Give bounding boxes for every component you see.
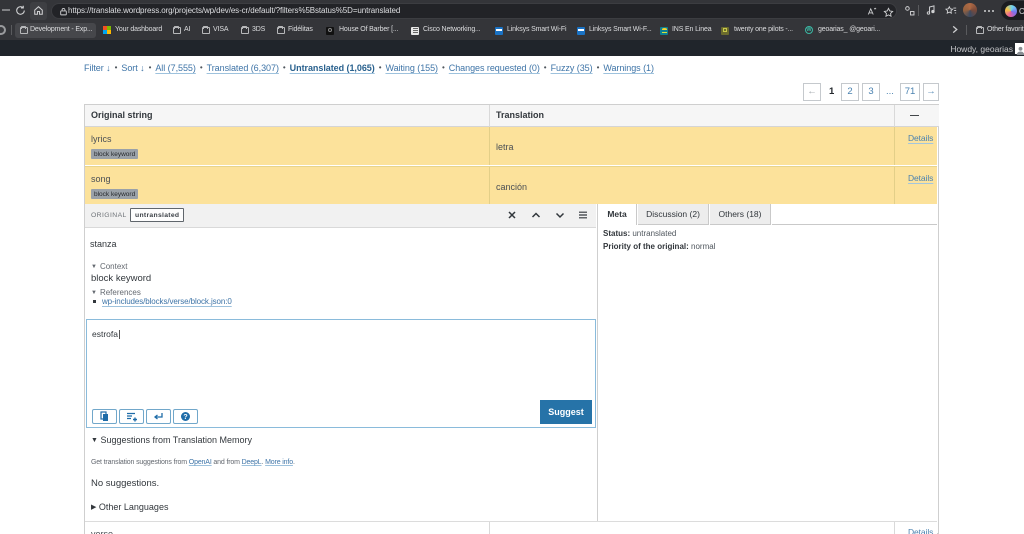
svg-text:?: ? xyxy=(183,414,187,421)
